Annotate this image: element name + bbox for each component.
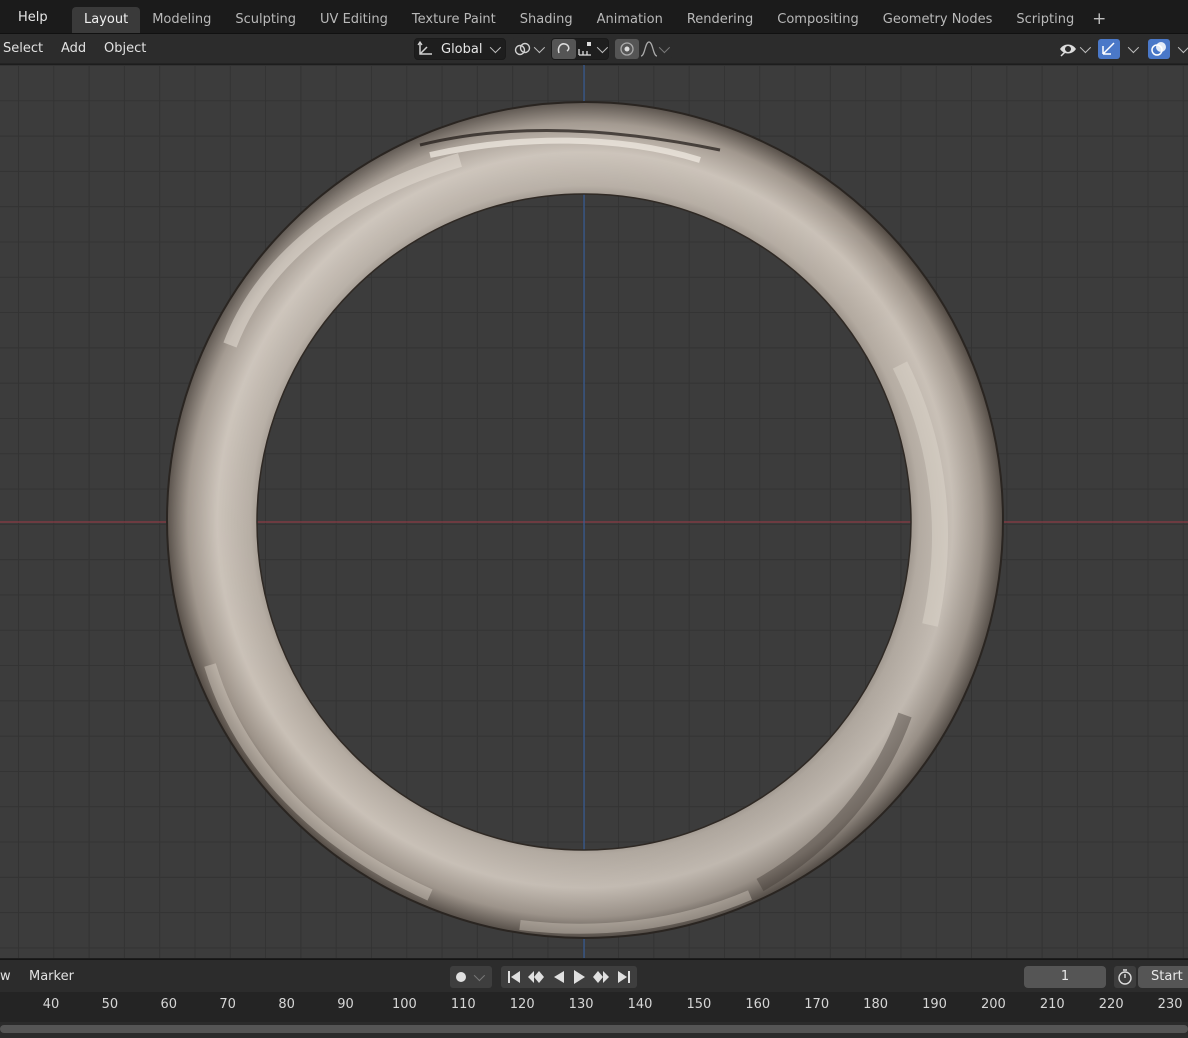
- chevron-down-icon: [1177, 41, 1188, 54]
- ruler-tick-label: 180: [863, 997, 889, 1012]
- ruler-tick-label: 50: [101, 997, 119, 1012]
- record-dropdown[interactable]: [450, 966, 492, 988]
- help-menu[interactable]: Help: [18, 10, 48, 25]
- ruler-tick-label: 200: [980, 997, 1006, 1012]
- ruler-tick-label: 70: [219, 997, 236, 1012]
- workspace-bar: Help Layout Modeling Sculpting UV Editing Te…: [0, 0, 1188, 34]
- tab-shading[interactable]: Shading: [508, 7, 585, 33]
- record-icon: [456, 972, 466, 982]
- snap-target-icon: [578, 42, 591, 56]
- ruler-tick-label: 140: [627, 997, 653, 1012]
- timeline-scroll-area: [0, 1022, 1188, 1038]
- tab-compositing[interactable]: Compositing: [765, 7, 871, 33]
- gizmo-controls[interactable]: [1097, 38, 1141, 60]
- chevron-down-icon: [490, 41, 502, 54]
- ruler-tick-label: 170: [804, 997, 830, 1012]
- ruler-tick-label: 110: [450, 997, 476, 1012]
- tab-modeling[interactable]: Modeling: [140, 7, 223, 33]
- visibility-icon: [1060, 44, 1076, 57]
- overlay-icon[interactable]: [1148, 39, 1170, 59]
- pivot-point-icon: [514, 42, 531, 56]
- play-icon[interactable]: [570, 968, 588, 986]
- playback-controls: [501, 966, 637, 988]
- ruler-tick-label: 160: [745, 997, 771, 1012]
- proportional-edit-icon: [615, 39, 639, 59]
- frame-ruler[interactable]: 40 50 60 70 80 90 100 110 120 130 140 150 160 170 180 1…: [0, 992, 1188, 1022]
- visibility-dropdown[interactable]: [1057, 38, 1093, 60]
- 3d-viewport[interactable]: [0, 65, 1188, 958]
- viewport-header: Select Add Object Global: [0, 34, 1188, 64]
- ruler-tick-label: 220: [1098, 997, 1124, 1012]
- overlay-controls[interactable]: [1147, 38, 1188, 60]
- chevron-down-icon: [533, 41, 546, 54]
- ruler-tick-label: 120: [509, 997, 535, 1012]
- ruler-tick-label: 150: [686, 997, 712, 1012]
- falloff-icon: [640, 41, 658, 57]
- ruler-tick-label: 230: [1157, 997, 1183, 1012]
- prev-keyframe-icon[interactable]: [525, 968, 547, 986]
- timeline-scrollbar[interactable]: [0, 1025, 1188, 1033]
- tab-rendering[interactable]: Rendering: [675, 7, 765, 33]
- tab-animation[interactable]: Animation: [585, 7, 675, 33]
- pivot-point-dropdown[interactable]: [511, 38, 546, 60]
- ring-object[interactable]: [0, 65, 1188, 958]
- chevron-down-icon: [658, 41, 671, 54]
- viewport-canvas[interactable]: [0, 65, 1188, 958]
- play-reverse-icon[interactable]: [550, 968, 568, 986]
- chevron-down-icon: [596, 41, 609, 54]
- snap-icon: [552, 39, 576, 59]
- ruler-tick-label: 80: [278, 997, 295, 1012]
- jump-end-icon[interactable]: [615, 968, 633, 986]
- jump-start-icon[interactable]: [505, 968, 523, 986]
- start-frame-field[interactable]: Start: [1138, 966, 1188, 988]
- tab-texture-paint[interactable]: Texture Paint: [400, 7, 508, 33]
- snap-controls[interactable]: [551, 38, 609, 60]
- plus-icon[interactable]: +: [1086, 7, 1112, 33]
- tab-scripting[interactable]: Scripting: [1004, 7, 1086, 33]
- view-menu[interactable]: w: [0, 969, 11, 984]
- add-menu[interactable]: Add: [61, 41, 86, 56]
- transform-orientation-dropdown[interactable]: Global: [414, 38, 506, 60]
- chevron-down-icon: [1127, 41, 1140, 54]
- ruler-tick-label: 190: [922, 997, 947, 1012]
- ruler-tick-label: 90: [337, 997, 354, 1012]
- ruler-tick-label: 100: [391, 997, 417, 1012]
- stopwatch-icon[interactable]: [1114, 966, 1136, 988]
- ruler-tick-label: 40: [42, 997, 60, 1012]
- tab-geometry-nodes[interactable]: Geometry Nodes: [871, 7, 1005, 33]
- chevron-down-icon: [1079, 41, 1092, 54]
- select-menu[interactable]: Select: [3, 41, 43, 56]
- current-frame-field[interactable]: 1: [1024, 966, 1106, 988]
- next-keyframe-icon[interactable]: [590, 968, 612, 986]
- transform-orientation-label: Global: [441, 41, 483, 57]
- workspace-tabs: Layout Modeling Sculpting UV Editing Texture…: [72, 7, 1112, 33]
- tab-uv-editing[interactable]: UV Editing: [308, 7, 400, 33]
- object-menu[interactable]: Object: [104, 41, 146, 56]
- transform-orientation-icon: [417, 40, 432, 55]
- ruler-tick-label: 60: [160, 997, 178, 1012]
- tab-layout[interactable]: Layout: [72, 7, 141, 33]
- chevron-down-icon: [473, 969, 486, 982]
- ruler-tick-label: 130: [568, 997, 594, 1012]
- gizmo-icon[interactable]: [1098, 39, 1120, 59]
- timeline-header: w Marker 1 Start: [0, 959, 1188, 992]
- marker-menu[interactable]: Marker: [29, 969, 74, 984]
- tab-sculpting[interactable]: Sculpting: [223, 7, 308, 33]
- proportional-edit-controls[interactable]: [614, 38, 672, 60]
- ruler-tick-label: 210: [1039, 997, 1065, 1012]
